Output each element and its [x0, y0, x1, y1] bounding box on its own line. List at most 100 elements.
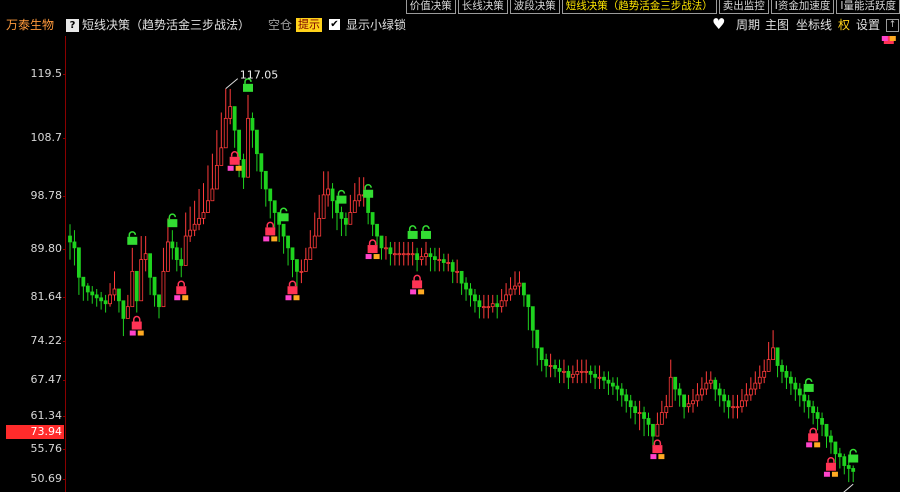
candle-body — [655, 423, 660, 437]
candle-body — [223, 117, 228, 149]
candle-body — [557, 368, 562, 372]
candle-body — [192, 223, 197, 231]
candle-body — [259, 153, 264, 172]
y-tick-label: 61.34 — [30, 409, 63, 423]
lock-small-icon — [881, 36, 888, 41]
y-tick-label: 67.47 — [30, 373, 63, 387]
tab-2[interactable]: 波段决策 — [509, 0, 560, 14]
candle-body — [117, 288, 121, 302]
candle-body — [624, 394, 629, 402]
candle-body — [553, 365, 557, 369]
candle-body — [415, 253, 420, 260]
candle-body — [530, 306, 535, 331]
y-tick-label: 89.80 — [30, 241, 63, 255]
candle-body — [450, 262, 455, 272]
candle-body — [695, 394, 700, 402]
collapse-arrow-icon[interactable]: ↑ — [886, 19, 899, 32]
candle-body — [619, 388, 624, 396]
help-icon[interactable]: ? — [66, 19, 79, 32]
lock-small-icon — [823, 471, 830, 477]
lock-icon-body — [131, 321, 142, 330]
candle-body — [130, 270, 135, 308]
lock-icon-shackle — [804, 378, 813, 384]
candle-body — [548, 365, 553, 367]
show-lock-checkbox[interactable]: ✔ — [329, 19, 340, 30]
tab-4[interactable]: 卖出监控 — [718, 0, 769, 14]
indicator-name[interactable]: 短线决策（趋势活金三步战法） — [82, 16, 250, 34]
coordinate-line-button[interactable]: 坐标线 — [796, 16, 832, 34]
lock-small-icon — [814, 442, 821, 448]
tab-6[interactable]: I量能活跃度 — [836, 0, 900, 14]
candle-body — [214, 165, 219, 190]
lock-small-icon — [410, 289, 417, 295]
lock-small-icon — [373, 254, 380, 260]
lock-icon-shackle — [827, 457, 835, 463]
chart-header: 万泰生物 ? 短线决策（趋势活金三步战法） 空仓 提示 ✔ 显示小绿锁 ♥ 周期… — [0, 15, 900, 35]
candle-body — [726, 400, 731, 408]
tab-0[interactable]: 价值决策 — [405, 0, 456, 14]
lock-icon-body — [652, 445, 663, 454]
candle-body — [677, 388, 682, 396]
main-chart-button[interactable]: 主图 — [765, 16, 789, 34]
lock-small-icon — [365, 254, 372, 260]
hint-badge[interactable]: 提示 — [296, 18, 322, 32]
candle-body — [651, 423, 655, 437]
candle-body — [76, 247, 81, 278]
candle-body — [659, 412, 664, 425]
candle-body — [602, 376, 606, 381]
candlestick-chart[interactable]: 117.0550.18 — [66, 36, 900, 492]
candle-body — [668, 376, 673, 408]
lock-icon-body — [848, 454, 859, 463]
candle-body — [424, 253, 428, 258]
tab-1[interactable]: 长线决策 — [457, 0, 508, 14]
candle-body — [784, 370, 789, 378]
candle-body — [740, 400, 744, 408]
high-price-label: 117.05 — [240, 69, 279, 82]
lock-icon-body — [287, 286, 298, 295]
candle-body — [112, 288, 117, 296]
candle-body — [713, 379, 718, 390]
candle-body — [802, 394, 807, 402]
candle-body — [646, 418, 651, 425]
candle-body — [637, 412, 642, 414]
candle-body — [780, 365, 784, 372]
lock-icon-shackle — [809, 427, 817, 434]
candle-body — [744, 394, 749, 402]
candle-body — [272, 200, 277, 213]
lock-icon-body — [407, 230, 418, 239]
candle-body — [628, 400, 633, 408]
candle-body — [312, 235, 317, 249]
candle-body — [517, 282, 522, 287]
candle-body — [157, 294, 161, 308]
lock-small-icon — [129, 330, 136, 336]
candle-body — [700, 388, 704, 396]
y-tick-label: 108.7 — [30, 130, 63, 144]
rights-button[interactable]: 权 — [838, 16, 850, 34]
lock-small-icon — [182, 295, 189, 301]
candle-body — [384, 247, 388, 250]
candle-body — [303, 259, 308, 272]
tab-5[interactable]: I资金加速度 — [770, 0, 835, 14]
stock-name[interactable]: 万泰生物 — [6, 16, 54, 34]
candle-body — [108, 294, 112, 305]
candle-body — [268, 188, 273, 202]
tab-3[interactable]: 短线决策（趋势活金三步战法） — [561, 0, 717, 14]
candle-body — [317, 217, 322, 237]
top-tabs: 价值决策 长线决策 波段决策 短线决策（趋势活金三步战法） 卖出监控 I资金加速度 I量能活… — [404, 0, 900, 14]
lock-icon-body — [229, 156, 240, 165]
candle-body — [611, 382, 615, 387]
candle-body — [219, 147, 224, 166]
show-lock-label[interactable]: 显示小绿锁 — [346, 16, 406, 34]
candle-body — [428, 253, 433, 258]
candle-body — [103, 300, 108, 305]
candle-body — [246, 117, 250, 178]
period-button[interactable]: 周期 — [736, 16, 760, 34]
candle-body — [735, 406, 740, 409]
candle-body — [232, 106, 237, 131]
candle-body — [143, 253, 148, 260]
heart-icon[interactable]: ♥ — [712, 15, 725, 33]
lock-icon-body — [243, 83, 253, 92]
candle-body — [343, 217, 348, 225]
candle-body — [125, 306, 130, 319]
settings-button[interactable]: 设置 — [856, 16, 880, 34]
